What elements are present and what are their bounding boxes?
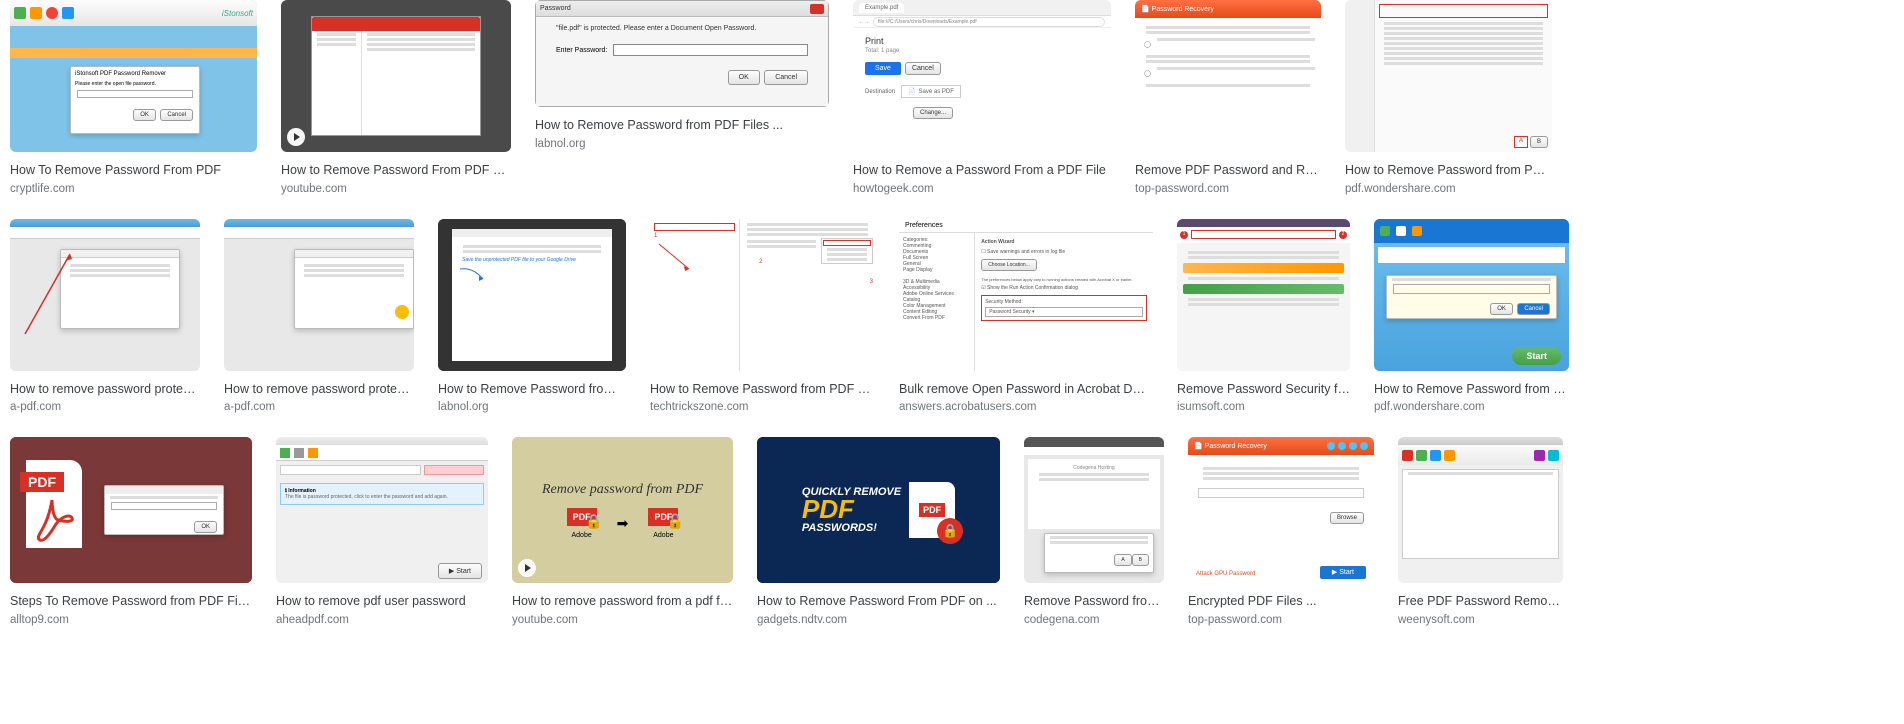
play-icon: [518, 559, 536, 577]
play-icon: [287, 128, 305, 146]
result-title[interactable]: Encrypted PDF Files ...: [1188, 593, 1374, 611]
result-source[interactable]: howtogeek.com: [853, 183, 1111, 195]
result-source[interactable]: answers.acrobatusers.com: [899, 401, 1153, 413]
result-thumbnail[interactable]: Preferences Categories:CommentingDocumen…: [899, 219, 1153, 371]
result-title[interactable]: Free PDF Password Remover Dow...: [1398, 593, 1563, 611]
image-result-card[interactable]: QUICKLY REMOVE PDF PASSWORDS! PDF 🔒 How …: [757, 437, 1000, 626]
result-title[interactable]: How to Remove Password From PDF on ...: [757, 593, 1000, 611]
image-result-card[interactable]: AB How to Remove Password from PDF File …: [1345, 0, 1552, 195]
result-title[interactable]: How to remove pdf user password: [276, 593, 488, 611]
result-title[interactable]: How to Remove Password from PDF Files ..…: [535, 117, 829, 135]
result-title[interactable]: Steps To Remove Password from PDF Files …: [10, 593, 252, 611]
result-title[interactable]: How to Remove Password from PDF File ...: [1374, 381, 1569, 399]
result-title[interactable]: Remove Password Security from P...: [1177, 381, 1350, 399]
result-source[interactable]: labnol.org: [535, 138, 829, 150]
image-result-card[interactable]: OK Cancel Start How to Remove Password f…: [1374, 219, 1569, 414]
result-thumbnail[interactable]: [281, 0, 511, 152]
result-source[interactable]: a-pdf.com: [10, 401, 200, 413]
result-source[interactable]: gadgets.ndtv.com: [757, 614, 1000, 626]
result-source[interactable]: a-pdf.com: [224, 401, 414, 413]
result-title[interactable]: Bulk remove Open Password in Acrobat DC …: [899, 381, 1153, 399]
result-title[interactable]: How to remove password protection fo...: [10, 381, 200, 399]
result-source[interactable]: codegena.com: [1024, 614, 1164, 626]
result-thumbnail[interactable]: [10, 219, 200, 371]
result-source[interactable]: youtube.com: [281, 183, 511, 195]
result-source[interactable]: techtrickszone.com: [650, 401, 875, 413]
result-source[interactable]: cryptlife.com: [10, 183, 257, 195]
result-source[interactable]: alltop9.com: [10, 614, 252, 626]
result-thumbnail[interactable]: Codegena Hosting AB: [1024, 437, 1164, 583]
result-thumbnail[interactable]: iStonsoft iStonsoft PDF Password Remover…: [10, 0, 257, 152]
result-source[interactable]: aheadpdf.com: [276, 614, 488, 626]
result-thumbnail[interactable]: PDF OK: [10, 437, 252, 583]
result-thumbnail[interactable]: [224, 219, 414, 371]
result-source[interactable]: top-password.com: [1135, 183, 1321, 195]
result-thumbnail[interactable]: OK Cancel Start: [1374, 219, 1569, 371]
result-thumbnail[interactable]: Remove password from PDF PDF🔒 Adobe ➡ PD…: [512, 437, 733, 583]
result-thumbnail[interactable]: Password "file.pdf" is protected. Please…: [535, 0, 829, 107]
result-title[interactable]: How to Remove Password from PDF Fi...: [438, 381, 626, 399]
image-result-card[interactable]: 📄 Password Recovery Remove PDF Password …: [1135, 0, 1321, 195]
result-thumbnail[interactable]: Save the unprotected PDF file to your Go…: [438, 219, 626, 371]
result-source[interactable]: weenysoft.com: [1398, 614, 1563, 626]
result-thumbnail[interactable]: 1 2 3: [650, 219, 875, 371]
result-title[interactable]: How to Remove Password from PDF without …: [650, 381, 875, 399]
result-title[interactable]: How To Remove Password From PDF: [10, 162, 257, 180]
image-result-card[interactable]: Password "file.pdf" is protected. Please…: [535, 0, 829, 150]
result-thumbnail[interactable]: 1 2: [1177, 219, 1350, 371]
image-result-card[interactable]: How to remove password protection fo... a…: [224, 219, 414, 414]
result-title[interactable]: How to Remove a Password From a PDF File: [853, 162, 1111, 180]
result-source[interactable]: pdf.wondershare.com: [1345, 183, 1552, 195]
image-result-card[interactable]: Preferences Categories:CommentingDocumen…: [899, 219, 1153, 414]
result-title[interactable]: How to Remove Password from PDF File ...: [1345, 162, 1552, 180]
result-thumbnail[interactable]: QUICKLY REMOVE PDF PASSWORDS! PDF 🔒: [757, 437, 1000, 583]
image-result-card[interactable]: PDF OK Steps To Remove Password from PDF…: [10, 437, 252, 626]
image-result-card[interactable]: How to Remove Password From PDF Files ..…: [281, 0, 511, 195]
result-thumbnail[interactable]: ℹ Information The file is password prote…: [276, 437, 488, 583]
result-source[interactable]: pdf.wondershare.com: [1374, 401, 1569, 413]
image-result-card[interactable]: Remove password from PDF PDF🔒 Adobe ➡ PD…: [512, 437, 733, 626]
result-source[interactable]: isumsoft.com: [1177, 401, 1350, 413]
image-result-card[interactable]: How to remove password protection fo... a…: [10, 219, 200, 414]
image-result-card[interactable]: 1 2 Remove Password Security from P... is…: [1177, 219, 1350, 414]
result-thumbnail[interactable]: Example.pdf ←→file:///C:/Users/chris/Dow…: [853, 0, 1111, 152]
image-result-card[interactable]: Example.pdf ←→file:///C:/Users/chris/Dow…: [853, 0, 1111, 195]
image-result-card[interactable]: Codegena Hosting AB Remove Password from…: [1024, 437, 1164, 626]
image-result-card[interactable]: Free PDF Password Remover Dow... weenysof…: [1398, 437, 1563, 626]
image-result-card[interactable]: 1 2 3 How to Remove Password from PDF wi…: [650, 219, 875, 414]
result-title[interactable]: How to Remove Password From PDF Files ..…: [281, 162, 511, 180]
result-thumbnail[interactable]: 📄 Password Recovery Browse Attack GPU Pa…: [1188, 437, 1374, 583]
image-result-card[interactable]: Save the unprotected PDF file to your Go…: [438, 219, 626, 414]
image-result-card[interactable]: ℹ Information The file is password prote…: [276, 437, 488, 626]
image-result-card[interactable]: iStonsoft iStonsoft PDF Password Remover…: [10, 0, 257, 195]
result-thumbnail[interactable]: AB: [1345, 0, 1552, 152]
result-thumbnail[interactable]: 📄 Password Recovery: [1135, 0, 1321, 152]
result-title[interactable]: Remove Password from PDF...: [1024, 593, 1164, 611]
result-title[interactable]: Remove PDF Password and Restrictio...: [1135, 162, 1321, 180]
result-title[interactable]: How to remove password protection fo...: [224, 381, 414, 399]
result-source[interactable]: youtube.com: [512, 614, 733, 626]
result-title[interactable]: How to remove password from a pdf file .…: [512, 593, 733, 611]
result-thumbnail[interactable]: [1398, 437, 1563, 583]
result-source[interactable]: top-password.com: [1188, 614, 1374, 626]
image-result-card[interactable]: 📄 Password Recovery Browse Attack GPU Pa…: [1188, 437, 1374, 626]
result-source[interactable]: labnol.org: [438, 401, 626, 413]
